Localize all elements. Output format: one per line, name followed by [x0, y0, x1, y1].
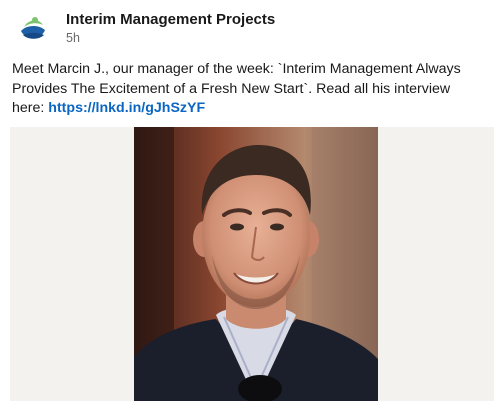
post-meta: Interim Management Projects 5h — [66, 10, 275, 46]
post-link[interactable]: https://lnkd.in/gJhSzYF — [48, 100, 205, 116]
company-logo-icon[interactable] — [18, 13, 48, 43]
post-text: Meet Marcin J., our manager of the week:… — [12, 60, 484, 119]
feed-post: Interim Management Projects 5h Meet Marc… — [0, 0, 494, 401]
post-media[interactable] — [10, 127, 494, 401]
post-header: Interim Management Projects 5h — [18, 10, 275, 46]
author-name[interactable]: Interim Management Projects — [66, 10, 275, 29]
post-photo[interactable] — [134, 127, 378, 401]
post-timestamp: 5h — [66, 31, 80, 45]
